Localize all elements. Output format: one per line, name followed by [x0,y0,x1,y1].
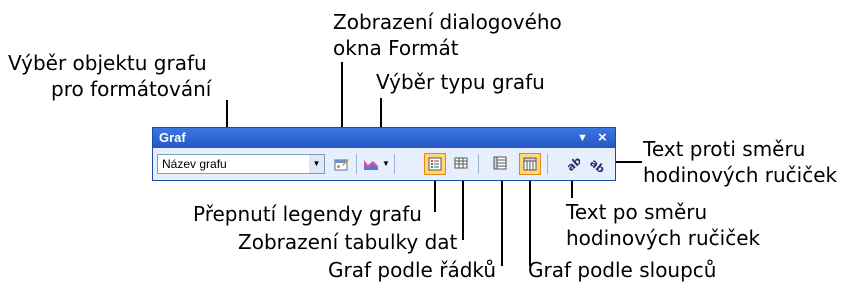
chart-type-dropdown-icon[interactable]: ▼ [382,159,390,168]
toolbar-titlebar[interactable]: Graf ▼ × [153,128,615,148]
chart-object-select[interactable]: Název grafu ▼ [157,154,325,174]
toolbar-separator [478,154,479,174]
angle-counterclockwise-icon: ab [589,156,605,172]
callout-angle-cw: Text po směru hodinových ručiček [566,199,760,251]
by-row-icon [493,156,507,170]
data-table-button[interactable] [451,153,473,175]
callout-angle-ccw-line2: hodinových ručiček [643,163,838,187]
callout-angle-ccw: Text proti směru hodinových ručiček [643,136,837,188]
by-row-button[interactable] [490,153,512,175]
chart-type-icon [364,160,378,170]
legend-icon [428,157,442,171]
format-dialog-icon [334,159,349,171]
callout-by-row: Graf podle řádků [328,258,497,282]
callout-angle-cw-line1: Text po směru [566,200,708,224]
data-table-icon [454,157,468,169]
close-icon[interactable]: × [598,128,607,148]
callout-format-dialog-line2: okna Formát [333,36,459,60]
callout-format-dialog: Zobrazení dialogového okna Formát [333,9,562,61]
by-column-icon [523,157,537,171]
callout-chart-type: Výběr typu grafu [376,70,545,94]
toolbar-separator [394,154,395,174]
callout-format-dialog-line1: Zobrazení dialogového [333,10,562,34]
callout-chart-object: Výběr objektu grafu pro formátování [8,50,211,102]
callout-data-table: Zobrazení tabulky dat [238,230,458,254]
angle-counterclockwise-button[interactable]: ab [586,153,608,175]
callout-chart-object-line1: Výběr objektu grafu [8,51,207,75]
toolbar-title: Graf [159,130,186,145]
callout-angle-cw-line2: hodinových ručiček [566,226,761,250]
toolbar-separator [356,154,357,174]
chevron-down-icon[interactable]: ▼ [309,155,324,173]
legend-button[interactable] [424,153,446,175]
callout-legend: Přepnutí legendy grafu [193,202,422,226]
by-column-button[interactable] [519,153,541,175]
chart-type-button[interactable] [360,153,382,175]
chart-object-select-value: Název grafu [162,157,227,171]
svg-text:ab: ab [589,156,605,172]
svg-text:ab: ab [564,156,580,172]
callout-angle-ccw-line1: Text proti směru [643,137,806,161]
angle-clockwise-icon: ab [564,156,580,172]
angle-clockwise-button[interactable]: ab [561,153,583,175]
callout-by-column: Graf podle sloupců [528,258,717,282]
format-dialog-button[interactable] [331,153,353,175]
toolbar-options-icon[interactable]: ▼ [577,128,588,148]
toolbar-separator [547,154,548,174]
chart-toolbar: Graf ▼ × Název grafu ▼ ▼ ab ab [152,127,616,181]
callout-chart-object-line2: pro formátování [51,77,212,101]
